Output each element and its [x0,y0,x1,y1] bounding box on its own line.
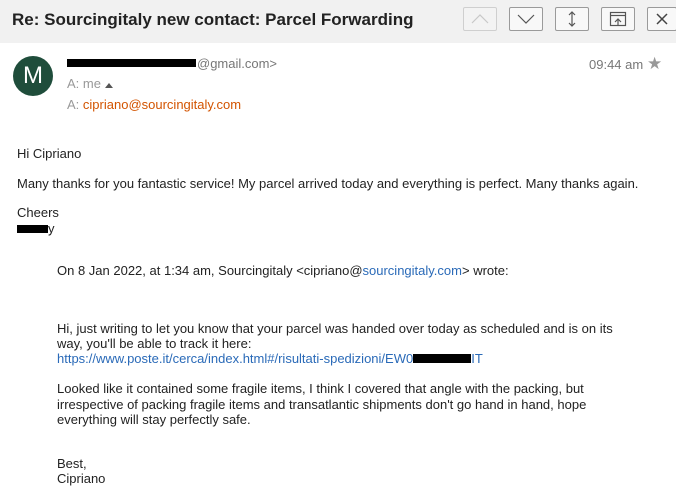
quote-closing-name: Cipriano [57,471,106,486]
cc-address[interactable]: cipriano@sourcingitaly.com [83,97,241,112]
chevron-up-icon [471,14,489,24]
sender-avatar[interactable]: M [13,56,53,96]
open-in-new-window-button[interactable] [601,7,635,31]
previous-message-button[interactable] [463,7,497,31]
recipient-line: A: me [67,76,113,91]
message-time: 09:44 am [589,57,644,72]
body-line-1: Many thanks for you fantastic service! M… [17,176,639,191]
quote-para1-line1: Hi, just writing to let you know that yo… [57,321,613,336]
signature-redaction [17,224,48,233]
cc-label: A: [67,97,80,112]
expand-details-icon[interactable] [104,82,113,88]
close-icon [656,13,668,25]
attribution-link[interactable]: sourcingitaly.com [363,263,462,278]
tracking-link-suffix[interactable]: IT [471,351,483,366]
sender-email-suffix: @gmail.com> [197,56,278,71]
signature-suffix: y [48,221,55,236]
attribution-suffix: > wrote: [461,263,509,278]
cc-line: A: cipriano@sourcingitaly.com [67,97,241,112]
star-icon[interactable]: ★ [647,54,662,74]
signoff: Cheers [17,205,59,220]
close-message-button[interactable] [647,7,676,31]
chevron-down-icon [517,14,535,24]
tracking-link-prefix[interactable]: https://www.poste.it/cerca/index.html#/r… [57,351,413,366]
message-subject: Re: Sourcingitaly new contact: Parcel Fo… [12,10,414,29]
quote-para2-line3: everything will stay perfectly safe. [57,412,251,427]
to-value[interactable]: me [83,76,101,91]
tracking-redaction [413,354,472,364]
quote-closing: Best, [57,456,87,471]
signature: y [17,221,55,236]
message-header: Re: Sourcingitaly new contact: Parcel Fo… [0,0,676,43]
quote-para2-line1: Looked like it contained some fragile it… [57,381,584,396]
to-label: A: [67,76,80,91]
attribution-prefix: On 8 Jan 2022, at 1:34 am, Sourcingitaly… [57,263,363,278]
sender-address[interactable]: @gmail.com> [67,56,277,71]
redaction-bar [67,58,196,67]
vertical-arrows-icon [568,11,576,27]
quote-para2-line2: irrespective of packing fragile items an… [57,397,587,412]
next-message-button[interactable] [509,7,543,31]
quote-para1-line2: way, you'll be able to track it here: [57,336,252,351]
quote-attribution: On 8 Jan 2022, at 1:34 am, Sourcingitaly… [57,263,509,278]
tracking-link[interactable]: https://www.poste.it/cerca/index.html#/r… [57,351,483,366]
greeting: Hi Cipriano [17,146,82,161]
more-actions-button[interactable] [555,7,589,31]
new-window-icon [609,11,627,27]
